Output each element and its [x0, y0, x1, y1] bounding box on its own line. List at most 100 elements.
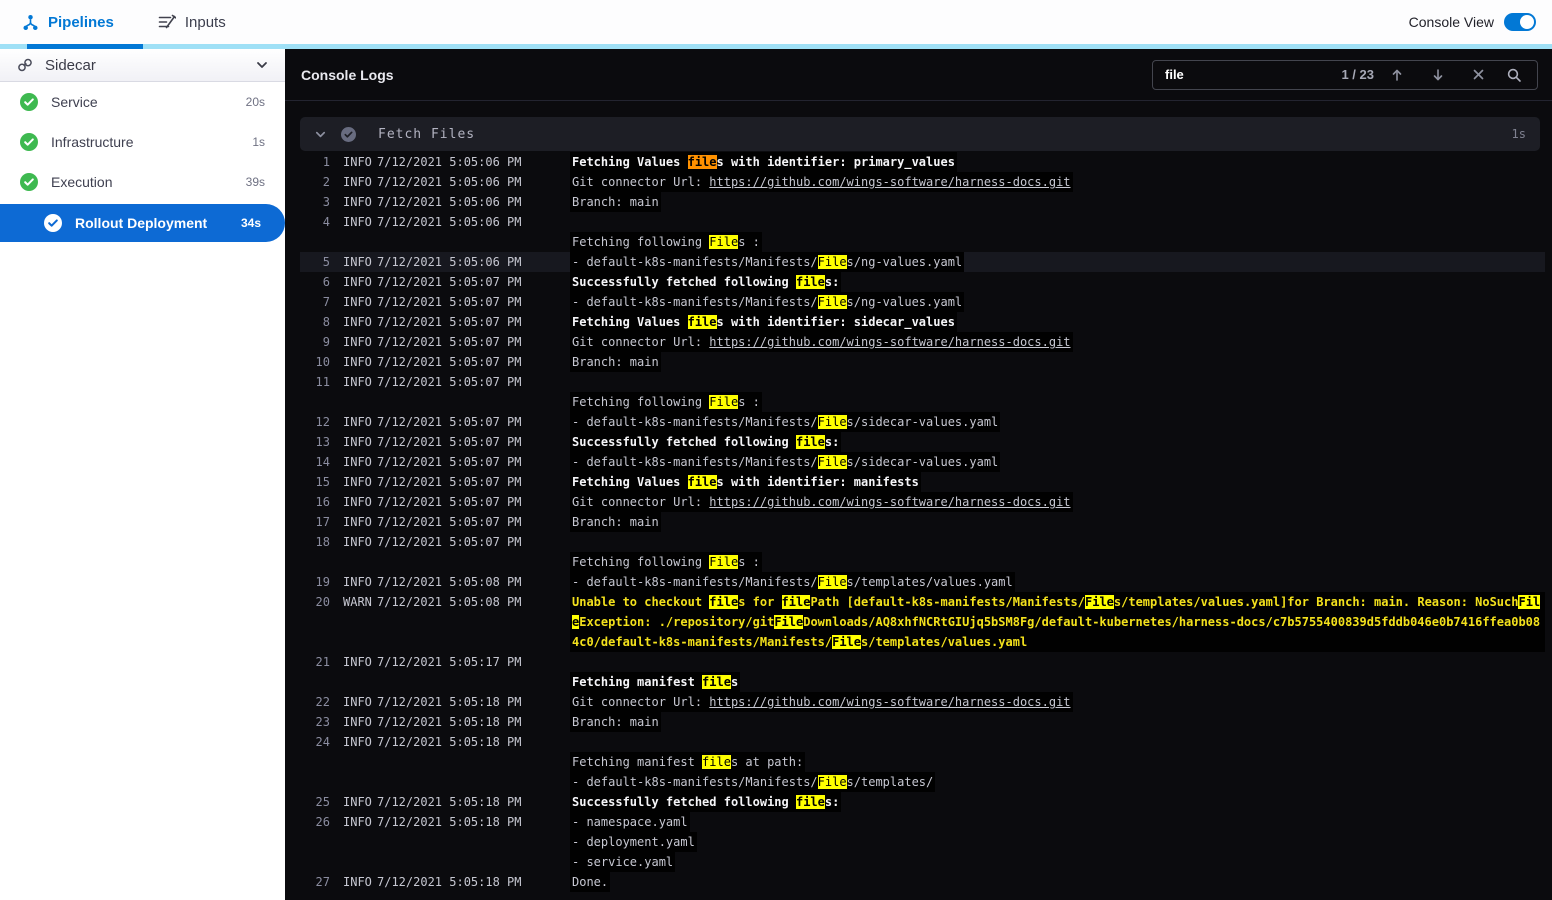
log-link[interactable]: https://github.com/wings-software/harnes… — [709, 695, 1070, 709]
log-message: - default-k8s-manifests/Manifests/Files/… — [570, 412, 1545, 432]
log-link[interactable]: https://github.com/wings-software/harnes… — [709, 175, 1070, 189]
log-row[interactable]: 24 INFO 7/12/2021 5:05:18 PM Fetching mani… — [300, 732, 1545, 792]
log-message: Branch: main — [570, 512, 1545, 532]
log-link[interactable]: https://github.com/wings-software/harnes… — [709, 495, 1070, 509]
log-row[interactable]: 13 INFO 7/12/2021 5:05:07 PM Successfully f… — [300, 432, 1545, 452]
log-level: INFO — [343, 795, 372, 809]
log-line-number: 20 — [315, 595, 330, 609]
log-timestamp: 7/12/2021 5:05:17 PM — [377, 655, 522, 669]
log-timestamp: 7/12/2021 5:05:18 PM — [377, 795, 522, 809]
log-row[interactable]: 20 WARN 7/12/2021 5:05:08 PM Unable to chec… — [300, 592, 1545, 652]
log-row[interactable]: 9 INFO 7/12/2021 5:05:07 PM Git connector U… — [300, 332, 1545, 352]
success-check-icon — [20, 173, 38, 191]
log-level: WARN — [343, 595, 372, 609]
log-level: INFO — [343, 815, 372, 829]
sidebar-item-rollout-deployment[interactable]: Rollout Deployment 34s — [0, 204, 285, 242]
log-line-number: 15 — [315, 475, 330, 489]
log-timestamp: 7/12/2021 5:05:18 PM — [377, 875, 522, 889]
top-nav: Pipelines Inputs Console View — [0, 0, 1552, 44]
log-line-number: 11 — [315, 375, 330, 389]
log-row[interactable]: 2 INFO 7/12/2021 5:05:06 PM Git connector U… — [300, 172, 1545, 192]
step-duration: 39s — [245, 175, 265, 189]
log-timestamp: 7/12/2021 5:05:07 PM — [377, 515, 522, 529]
log-message: Git connector Url: https://github.com/wi… — [570, 332, 1545, 352]
success-check-icon — [20, 133, 38, 151]
log-row[interactable]: 19 INFO 7/12/2021 5:05:08 PM - default-k8s-… — [300, 572, 1545, 592]
sidebar-item-label: Rollout Deployment — [75, 215, 208, 231]
console-logs-title: Console Logs — [301, 66, 394, 83]
sidebar-item-infrastructure[interactable]: Infrastructure 1s — [0, 122, 285, 162]
log-timestamp: 7/12/2021 5:05:08 PM — [377, 595, 522, 609]
tab-inputs[interactable]: Inputs — [136, 0, 248, 44]
log-row[interactable]: 27 INFO 7/12/2021 5:05:18 PM Done. — [300, 872, 1545, 892]
log-level: INFO — [343, 715, 372, 729]
log-timestamp: 7/12/2021 5:05:18 PM — [377, 735, 522, 749]
log-row[interactable]: 8 INFO 7/12/2021 5:05:07 PM Fetching Values… — [300, 312, 1545, 332]
previous-match-button[interactable] — [1376, 61, 1417, 89]
log-timestamp: 7/12/2021 5:05:07 PM — [377, 375, 522, 389]
log-line-number: 24 — [315, 735, 330, 749]
sidebar-item-label: Service — [51, 94, 98, 110]
step-duration: 34s — [240, 216, 261, 230]
log-message: Fetching manifest files — [570, 652, 1545, 692]
log-row[interactable]: 14 INFO 7/12/2021 5:05:07 PM - default-k8s-… — [300, 452, 1545, 472]
sidebar-item-service[interactable]: Service 20s — [0, 82, 285, 122]
log-row[interactable]: 11 INFO 7/12/2021 5:05:07 PM Fetching foll… — [300, 372, 1545, 412]
step-duration: 1s — [252, 135, 265, 149]
log-level: INFO — [343, 695, 372, 709]
console-view-toggle[interactable] — [1504, 13, 1536, 31]
log-message: Branch: main — [570, 712, 1545, 732]
step-duration: 20s — [245, 95, 265, 109]
console-view-label: Console View — [1408, 14, 1494, 30]
log-level: INFO — [343, 295, 372, 309]
tab-pipelines[interactable]: Pipelines — [0, 0, 136, 44]
section-success-icon — [341, 126, 356, 142]
log-line-number: 14 — [315, 455, 330, 469]
sidebar-item-execution[interactable]: Execution 39s — [0, 162, 285, 202]
log-row[interactable]: 18 INFO 7/12/2021 5:05:07 PM Fetching foll… — [300, 532, 1545, 572]
log-row[interactable]: 25 INFO 7/12/2021 5:05:18 PM Successfully f… — [300, 792, 1545, 812]
log-line-number: 26 — [315, 815, 330, 829]
stage-header-sidecar[interactable]: Sidecar — [0, 49, 285, 82]
log-row[interactable]: 23 INFO 7/12/2021 5:05:18 PM Branch: main — [300, 712, 1545, 732]
log-message: Fetching Values files with identifier: p… — [570, 152, 1545, 172]
log-line-number: 4 — [322, 215, 330, 229]
collapse-section-icon[interactable] — [314, 128, 327, 141]
log-row[interactable]: 17 INFO 7/12/2021 5:05:07 PM Branch: main — [300, 512, 1545, 532]
clear-search-button[interactable] — [1458, 61, 1499, 89]
log-level: INFO — [343, 315, 372, 329]
log-level: INFO — [343, 415, 372, 429]
log-row[interactable]: 15 INFO 7/12/2021 5:05:07 PM Fetching Value… — [300, 472, 1545, 492]
log-link[interactable]: https://github.com/wings-software/harnes… — [709, 335, 1070, 349]
log-message: Branch: main — [570, 192, 1545, 212]
sidebar-item-label: Execution — [51, 174, 113, 190]
log-timestamp: 7/12/2021 5:05:07 PM — [377, 355, 522, 369]
execution-sidebar: Sidecar Service 20s Infrastructure 1s Ex… — [0, 49, 285, 900]
next-match-button[interactable] — [1417, 61, 1458, 89]
log-row[interactable]: 12 INFO 7/12/2021 5:05:07 PM - default-k8s-… — [300, 412, 1545, 432]
log-row[interactable]: 3 INFO 7/12/2021 5:05:06 PM Branch: main — [300, 192, 1545, 212]
log-row[interactable]: 6 INFO 7/12/2021 5:05:07 PM Successfully fe… — [300, 272, 1545, 292]
log-message: Done. — [570, 872, 1545, 892]
log-row[interactable]: 4 INFO 7/12/2021 5:05:06 PM Fetching follo… — [300, 212, 1545, 252]
log-level: INFO — [343, 155, 372, 169]
log-row[interactable]: 5 INFO 7/12/2021 5:05:06 PM - default-k8s-m… — [300, 252, 1545, 272]
log-timestamp: 7/12/2021 5:05:18 PM — [377, 715, 522, 729]
search-icon[interactable] — [1499, 61, 1529, 89]
inputs-icon — [158, 14, 176, 30]
log-row[interactable]: 26 INFO 7/12/2021 5:05:18 PM - namespace.ya… — [300, 812, 1545, 872]
log-row[interactable]: 10 INFO 7/12/2021 5:05:07 PM Branch: main — [300, 352, 1545, 372]
log-level: INFO — [343, 275, 372, 289]
log-row[interactable]: 22 INFO 7/12/2021 5:05:18 PM Git connector … — [300, 692, 1545, 712]
search-input[interactable] — [1165, 67, 1342, 82]
success-check-icon — [20, 93, 38, 111]
log-section-fetch-files[interactable]: Fetch Files 1s — [300, 117, 1540, 151]
log-message: - default-k8s-manifests/Manifests/Files/… — [570, 452, 1545, 472]
log-row[interactable]: 21 INFO 7/12/2021 5:05:17 PM Fetching mani… — [300, 652, 1545, 692]
log-level: INFO — [343, 655, 372, 669]
log-line-number: 9 — [322, 335, 330, 349]
log-row[interactable]: 7 INFO 7/12/2021 5:05:07 PM - default-k8s-m… — [300, 292, 1545, 312]
log-row[interactable]: 16 INFO 7/12/2021 5:05:07 PM Git connector … — [300, 492, 1545, 512]
log-row[interactable]: 1 INFO 7/12/2021 5:05:06 PM Fetching Values… — [300, 152, 1545, 172]
chevron-down-icon[interactable] — [255, 58, 269, 72]
